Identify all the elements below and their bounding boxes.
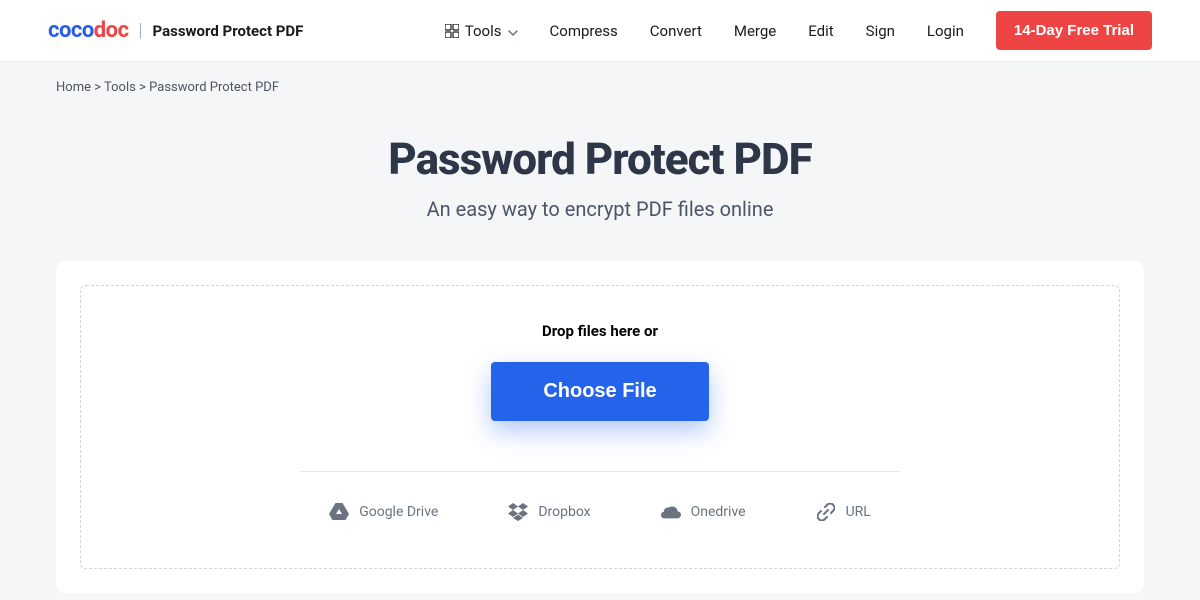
main-header: cocodoc | Password Protect PDF Tools Com… bbox=[0, 0, 1200, 62]
breadcrumb-home[interactable]: Home bbox=[56, 80, 91, 95]
provider-label: Google Drive bbox=[359, 504, 438, 520]
header-page-name: Password Protect PDF bbox=[153, 22, 304, 40]
breadcrumb-current: Password Protect PDF bbox=[149, 80, 279, 95]
chevron-down-icon bbox=[508, 22, 518, 40]
nav-merge[interactable]: Merge bbox=[734, 22, 776, 40]
provider-label: Dropbox bbox=[538, 504, 590, 520]
nav-tools-label: Tools bbox=[465, 22, 502, 40]
logo-link[interactable]: cocodoc bbox=[48, 18, 129, 43]
nav-compress[interactable]: Compress bbox=[550, 22, 618, 40]
link-icon bbox=[816, 502, 836, 522]
main-nav: Tools Compress Convert Merge Edit Sign L… bbox=[445, 11, 1152, 50]
logo-text-doc: doc bbox=[94, 18, 129, 43]
provider-label: Onedrive bbox=[691, 504, 746, 520]
logo-section: cocodoc | Password Protect PDF bbox=[48, 18, 303, 43]
dropbox-icon bbox=[508, 502, 528, 522]
breadcrumb-tools[interactable]: Tools bbox=[104, 80, 136, 95]
grid-icon bbox=[445, 24, 459, 38]
logo-divider: | bbox=[139, 20, 143, 41]
nav-login[interactable]: Login bbox=[927, 22, 964, 40]
upload-card: Drop files here or Choose File Google Dr… bbox=[56, 261, 1144, 593]
drop-label: Drop files here or bbox=[121, 322, 1079, 340]
breadcrumb-separator: > bbox=[94, 80, 101, 95]
provider-label: URL bbox=[846, 504, 871, 520]
nav-convert[interactable]: Convert bbox=[650, 22, 702, 40]
provider-url[interactable]: URL bbox=[816, 502, 871, 522]
nav-edit[interactable]: Edit bbox=[808, 22, 833, 40]
provider-onedrive[interactable]: Onedrive bbox=[661, 502, 746, 522]
logo-text-coco: coco bbox=[48, 18, 94, 43]
providers-row: Google Drive Dropbox Onedrive bbox=[121, 502, 1079, 522]
nav-tools[interactable]: Tools bbox=[445, 22, 518, 40]
provider-google-drive[interactable]: Google Drive bbox=[329, 502, 438, 522]
breadcrumb-separator: > bbox=[139, 80, 146, 95]
onedrive-icon bbox=[661, 502, 681, 522]
breadcrumb: Home > Tools > Password Protect PDF bbox=[0, 62, 1200, 113]
page-title: Password Protect PDF bbox=[0, 133, 1200, 185]
divider bbox=[300, 471, 900, 472]
hero-section: Password Protect PDF An easy way to encr… bbox=[0, 113, 1200, 261]
google-drive-icon bbox=[329, 502, 349, 522]
nav-sign[interactable]: Sign bbox=[866, 22, 895, 40]
page-subtitle: An easy way to encrypt PDF files online bbox=[0, 197, 1200, 221]
choose-file-button[interactable]: Choose File bbox=[491, 362, 708, 421]
free-trial-button[interactable]: 14-Day Free Trial bbox=[996, 11, 1152, 50]
provider-dropbox[interactable]: Dropbox bbox=[508, 502, 590, 522]
dropzone[interactable]: Drop files here or Choose File Google Dr… bbox=[80, 285, 1120, 569]
